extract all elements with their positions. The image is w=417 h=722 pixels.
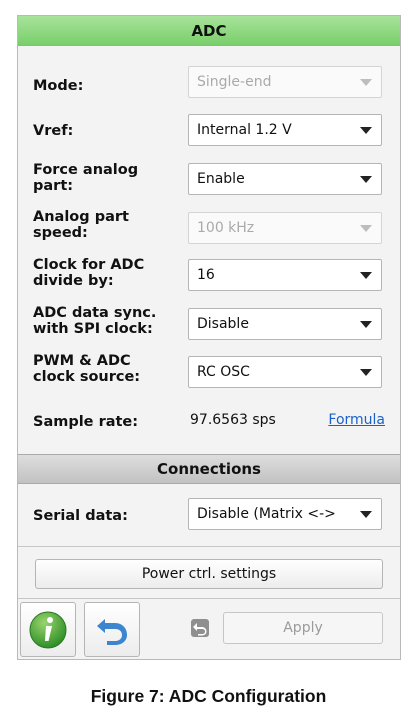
force-analog-value: Enable (197, 171, 245, 187)
analog-speed-label: Analog part speed: (33, 209, 129, 241)
data-sync-value: Disable (197, 316, 249, 332)
info-button[interactable] (20, 602, 76, 657)
divider (18, 546, 400, 547)
serial-data-value: Disable (Matrix <-> (197, 506, 336, 522)
clock-divide-select[interactable]: 16 (188, 259, 382, 291)
mode-select: Single-end (188, 66, 382, 98)
vref-value: Internal 1.2 V (197, 122, 292, 138)
bottom-toolbar: Apply (18, 598, 400, 661)
adc-section-title: ADC (191, 21, 227, 40)
chevron-down-icon[interactable] (360, 176, 372, 183)
chevron-down-icon[interactable] (360, 272, 372, 279)
adc-section-header: ADC (18, 16, 400, 46)
clock-source-value: RC OSC (197, 364, 250, 380)
vref-label: Vref: (33, 123, 74, 139)
undo-button[interactable] (84, 602, 140, 657)
chevron-down-icon (360, 79, 372, 86)
connections-section-header: Connections (18, 454, 400, 484)
formula-link[interactable]: Formula (328, 412, 385, 428)
vref-select[interactable]: Internal 1.2 V (188, 114, 382, 146)
sample-rate-value: 97.6563 sps (190, 412, 276, 428)
chevron-down-icon[interactable] (360, 511, 372, 518)
clock-divide-label: Clock for ADC divide by: (33, 257, 145, 289)
chevron-down-icon[interactable] (360, 127, 372, 134)
sample-rate-label: Sample rate: (33, 414, 139, 430)
serial-data-label: Serial data: (33, 508, 128, 524)
clock-divide-value: 16 (197, 267, 215, 283)
revert-icon[interactable] (190, 618, 210, 638)
mode-label: Mode: (33, 78, 84, 94)
force-analog-label: Force analog part: (33, 162, 139, 194)
analog-speed-select: 100 kHz (188, 212, 382, 244)
data-sync-label: ADC data sync. with SPI clock: (33, 305, 157, 337)
chevron-down-icon[interactable] (360, 369, 372, 376)
adc-config-panel: ADC Mode: Single-end Vref: Internal 1.2 … (17, 15, 401, 660)
figure-caption: Figure 7: ADC Configuration (90, 686, 327, 706)
apply-button[interactable]: Apply (223, 612, 383, 644)
serial-data-select[interactable]: Disable (Matrix <-> (188, 498, 382, 530)
info-icon (29, 611, 67, 648)
chevron-down-icon[interactable] (360, 321, 372, 328)
chevron-down-icon (360, 225, 372, 232)
clock-source-label: PWM & ADC clock source: (33, 353, 141, 385)
analog-speed-value: 100 kHz (197, 220, 255, 236)
force-analog-select[interactable]: Enable (188, 163, 382, 195)
connections-title: Connections (157, 460, 261, 478)
undo-icon (97, 618, 127, 645)
clock-source-select[interactable]: RC OSC (188, 356, 382, 388)
power-ctrl-settings-button[interactable]: Power ctrl. settings (35, 559, 383, 589)
mode-value: Single-end (197, 74, 272, 90)
data-sync-select[interactable]: Disable (188, 308, 382, 340)
